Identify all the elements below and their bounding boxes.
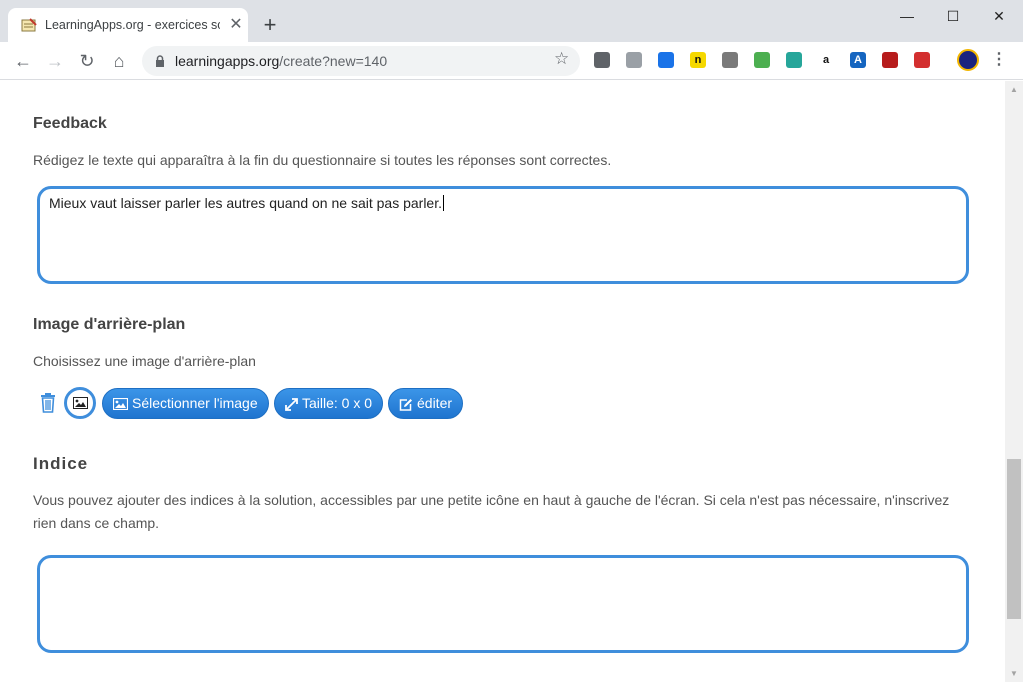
edit-button[interactable]: éditer bbox=[388, 388, 464, 419]
hint-textarea[interactable] bbox=[37, 555, 969, 653]
feedback-description: Rédigez le texte qui apparaîtra à la fin… bbox=[33, 152, 612, 168]
select-image-button[interactable]: Sélectionner l'image bbox=[102, 388, 269, 419]
ext-amazon-icon[interactable]: a bbox=[818, 52, 834, 68]
ext-screen-icon[interactable] bbox=[626, 52, 642, 68]
feedback-heading: Feedback bbox=[33, 115, 107, 132]
ext-bulb-icon[interactable] bbox=[594, 52, 610, 68]
profile-avatar[interactable] bbox=[957, 49, 979, 71]
url-text: learningapps.org/create?new=140 bbox=[175, 53, 388, 69]
ext-translate-icon[interactable]: A bbox=[850, 52, 866, 68]
resize-arrows-icon bbox=[285, 397, 298, 411]
browser-toolbar: ← → ↻ ⌂ learningapps.org/create?new=140 … bbox=[0, 42, 1023, 80]
scroll-down-arrow-icon[interactable]: ▼ bbox=[1005, 665, 1023, 682]
new-tab-button[interactable]: + bbox=[259, 14, 281, 36]
edit-label: éditer bbox=[417, 395, 453, 411]
browser-menu-icon[interactable]: ⋮ bbox=[990, 50, 1008, 70]
background-image-heading: Image d'arrière-plan bbox=[33, 316, 186, 333]
ext-note-icon[interactable] bbox=[754, 52, 770, 68]
lock-icon bbox=[156, 55, 164, 67]
background-image-description: Choisissez une image d'arrière-plan bbox=[33, 353, 256, 369]
scroll-up-arrow-icon[interactable]: ▲ bbox=[1005, 81, 1023, 98]
tab-title: LearningApps.org - exercices sco bbox=[45, 18, 220, 32]
close-window-button[interactable]: ✕ bbox=[976, 4, 1022, 30]
edit-icon bbox=[399, 398, 412, 411]
picture-icon bbox=[113, 398, 128, 411]
tab-close-icon[interactable]: ✕ bbox=[228, 17, 244, 33]
feedback-text: Mieux vaut laisser parler les autres qua… bbox=[49, 195, 442, 211]
image-preview-button[interactable] bbox=[64, 387, 96, 419]
hint-description-line-1: Vous pouvez ajouter des indices à la sol… bbox=[33, 492, 950, 508]
ext-bookmark-icon[interactable] bbox=[658, 52, 674, 68]
ext-pdf-icon[interactable] bbox=[882, 52, 898, 68]
minimize-button[interactable]: — bbox=[884, 4, 930, 30]
size-label: Taille: 0 x 0 bbox=[302, 395, 373, 411]
bookmark-star-icon[interactable]: ☆ bbox=[554, 49, 569, 69]
feedback-textarea[interactable]: Mieux vaut laisser parler les autres qua… bbox=[37, 186, 969, 284]
hint-heading: Indice bbox=[33, 454, 89, 473]
ext-trend-icon[interactable] bbox=[914, 52, 930, 68]
ext-n-icon[interactable]: n bbox=[690, 52, 706, 68]
trash-icon[interactable] bbox=[39, 392, 57, 414]
back-button[interactable]: ← bbox=[10, 48, 36, 74]
text-caret bbox=[443, 195, 444, 211]
reload-button[interactable]: ↻ bbox=[74, 48, 100, 74]
address-bar[interactable]: learningapps.org/create?new=140 ☆ bbox=[142, 46, 580, 76]
size-button[interactable]: Taille: 0 x 0 bbox=[274, 388, 384, 419]
hint-description-line-2: rien dans ce champ. bbox=[33, 515, 160, 531]
forward-button[interactable]: → bbox=[42, 48, 68, 74]
ext-gear-icon[interactable] bbox=[722, 52, 738, 68]
scrollbar-thumb[interactable] bbox=[1007, 459, 1021, 619]
page-content: Feedback Rédigez le texte qui apparaîtra… bbox=[0, 81, 1005, 682]
ext-hex-icon[interactable] bbox=[786, 52, 802, 68]
home-button[interactable]: ⌂ bbox=[106, 48, 132, 74]
picture-icon bbox=[73, 397, 88, 409]
maximize-button[interactable]: ☐ bbox=[930, 4, 976, 30]
vertical-scrollbar[interactable]: ▲ ▼ bbox=[1005, 81, 1023, 682]
select-image-label: Sélectionner l'image bbox=[132, 395, 258, 411]
notepad-favicon-icon bbox=[21, 18, 37, 32]
tab-strip: LearningApps.org - exercices sco ✕ + — ☐… bbox=[0, 0, 1023, 42]
tab-learningapps[interactable]: LearningApps.org - exercices sco ✕ bbox=[8, 8, 248, 42]
